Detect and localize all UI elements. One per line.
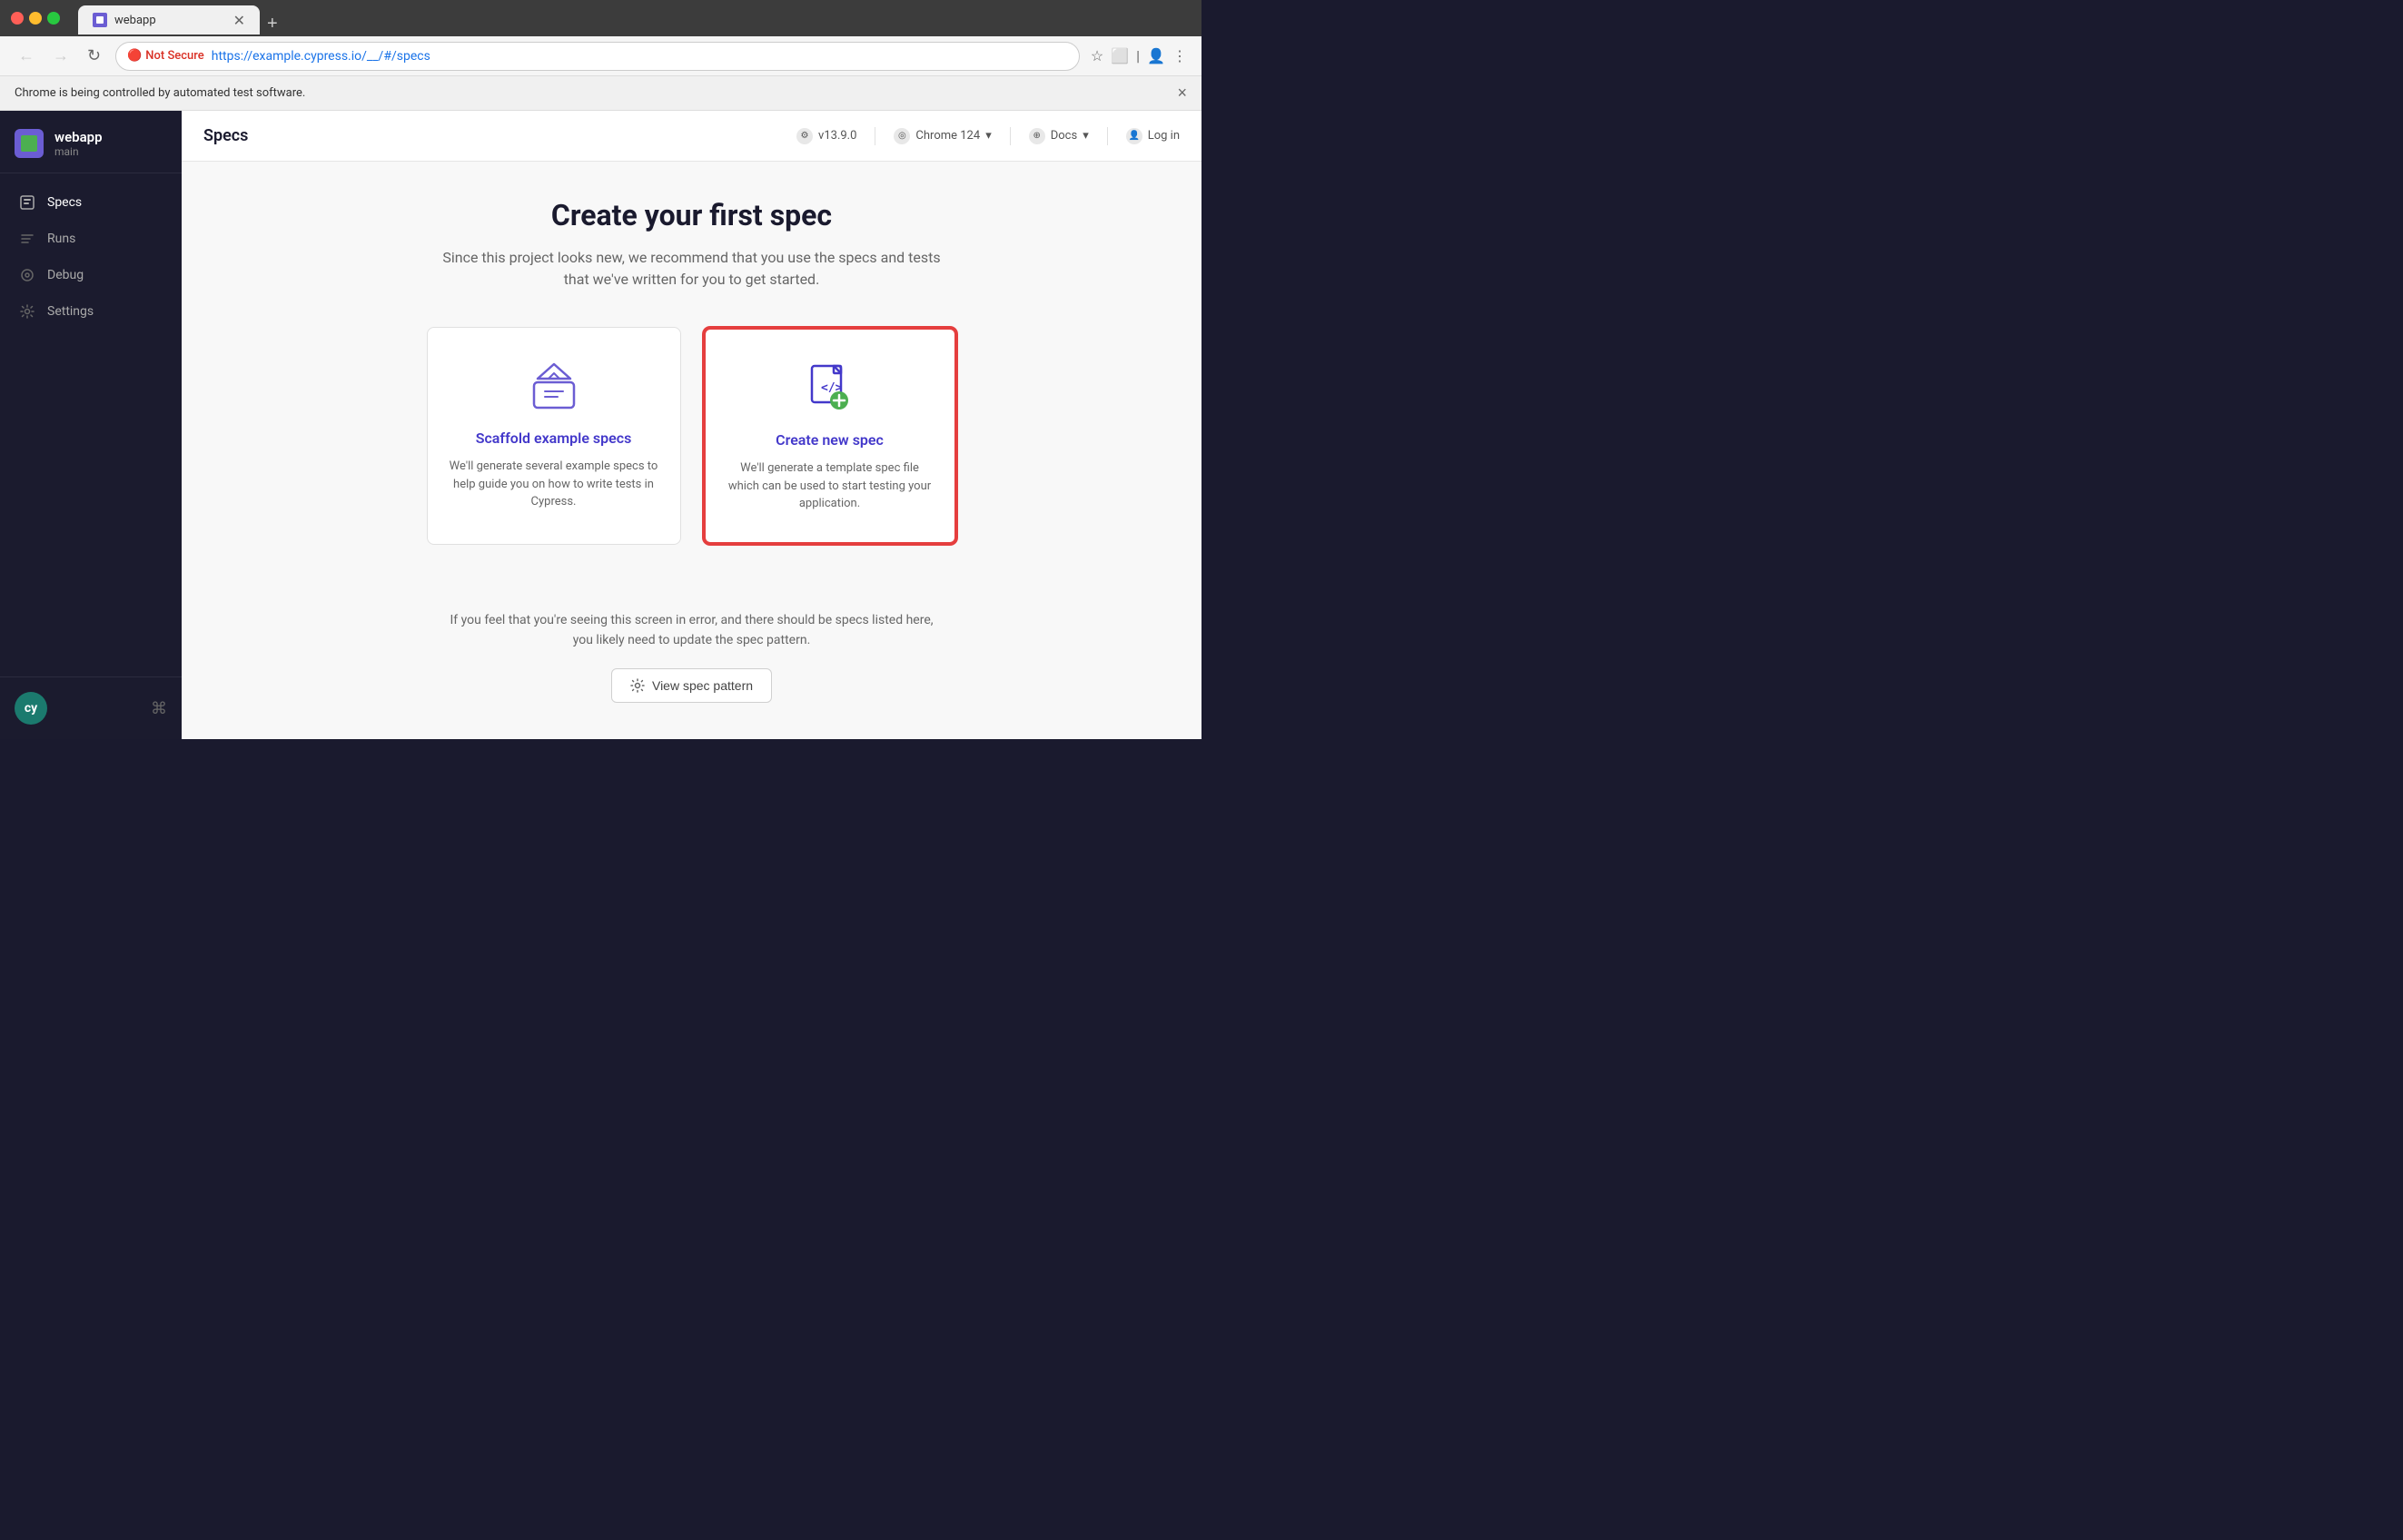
login-action[interactable]: 👤 Log in bbox=[1126, 128, 1180, 144]
new-spec-card-title: Create new spec bbox=[776, 431, 884, 449]
runs-icon bbox=[18, 230, 36, 248]
error-section: If you feel that you're seeing this scre… bbox=[450, 610, 933, 704]
sidebar-header: webapp main bbox=[0, 111, 182, 173]
error-text: If you feel that you're seeing this scre… bbox=[450, 610, 933, 651]
page-heading: Create your first spec bbox=[551, 198, 832, 232]
scaffold-card[interactable]: Scaffold example specs We'll generate se… bbox=[427, 327, 681, 545]
divider-2 bbox=[1010, 127, 1011, 145]
title-bar: webapp ✕ + bbox=[0, 0, 1202, 36]
new-spec-card-icon: </> bbox=[801, 359, 859, 417]
minimize-button[interactable] bbox=[29, 12, 42, 25]
divider-icon: | bbox=[1136, 47, 1140, 64]
tab-close-button[interactable]: ✕ bbox=[233, 12, 245, 29]
close-button[interactable] bbox=[11, 12, 24, 25]
settings-icon bbox=[18, 302, 36, 321]
app-icon-inner bbox=[21, 135, 37, 152]
sidebar: webapp main Specs bbox=[0, 111, 182, 739]
maximize-button[interactable] bbox=[47, 12, 60, 25]
new-tab-button[interactable]: + bbox=[260, 14, 285, 35]
bookmark-icon[interactable]: ☆ bbox=[1091, 47, 1103, 64]
url-bar[interactable]: 🔴 Not Secure https://example.cypress.io/… bbox=[115, 42, 1080, 71]
specs-icon bbox=[18, 193, 36, 212]
page-content: Create your first spec Since this projec… bbox=[182, 162, 1202, 739]
create-new-spec-card[interactable]: </> Create new spec We'll generate a tem… bbox=[703, 327, 957, 545]
browser-icon: ◎ bbox=[894, 128, 910, 144]
not-secure-label: Not Secure bbox=[145, 49, 203, 63]
view-spec-pattern-label: View spec pattern bbox=[652, 678, 753, 693]
tab-favicon bbox=[93, 13, 107, 27]
sidebar-debug-label: Debug bbox=[47, 268, 84, 282]
browser-chevron-icon: ▾ bbox=[985, 129, 992, 143]
view-spec-pattern-button[interactable]: View spec pattern bbox=[611, 668, 772, 703]
docs-chevron-icon: ▾ bbox=[1083, 129, 1089, 143]
scaffold-card-title: Scaffold example specs bbox=[476, 429, 632, 447]
browser-chrome: webapp ✕ + ← → ↻ 🔴 Not Secure https://ex… bbox=[0, 0, 1202, 111]
main-content: Specs ⚙ v13.9.0 ◎ Chrome 124 ▾ ⊕ Docs ▾ bbox=[182, 111, 1202, 739]
page-subheading: Since this project looks new, we recomme… bbox=[429, 247, 955, 291]
browser-action[interactable]: ◎ Chrome 124 ▾ bbox=[894, 128, 991, 144]
sidebar-nav: Specs Runs bbox=[0, 173, 182, 676]
app-name: webapp bbox=[54, 129, 103, 145]
traffic-lights bbox=[11, 12, 60, 25]
menu-icon[interactable]: ⋮ bbox=[1172, 47, 1187, 64]
automation-banner: Chrome is being controlled by automated … bbox=[0, 76, 1202, 111]
sidebar-runs-label: Runs bbox=[47, 232, 75, 246]
cards-row: Scaffold example specs We'll generate se… bbox=[427, 327, 957, 545]
url-text: https://example.cypress.io/__/#/specs bbox=[212, 49, 430, 64]
debug-icon bbox=[18, 266, 36, 284]
banner-close-button[interactable]: × bbox=[1177, 84, 1187, 103]
extension-icon[interactable]: ⬜ bbox=[1111, 47, 1129, 64]
header-actions: ⚙ v13.9.0 ◎ Chrome 124 ▾ ⊕ Docs ▾ 👤 bbox=[796, 127, 1180, 145]
tab-title: webapp bbox=[114, 14, 156, 27]
app-info: webapp main bbox=[54, 129, 103, 158]
page-title: Specs bbox=[203, 126, 248, 145]
keyboard-shortcut-icon[interactable]: ⌘ bbox=[151, 699, 167, 718]
sidebar-settings-label: Settings bbox=[47, 304, 94, 319]
cypress-logo[interactable]: cy bbox=[15, 692, 47, 725]
sidebar-specs-label: Specs bbox=[47, 195, 82, 210]
scaffold-card-description: We'll generate several example specs to … bbox=[450, 458, 658, 511]
version-label: v13.9.0 bbox=[818, 129, 856, 143]
sidebar-item-debug[interactable]: Debug bbox=[0, 257, 182, 293]
docs-action[interactable]: ⊕ Docs ▾ bbox=[1029, 128, 1089, 144]
login-label: Log in bbox=[1148, 129, 1180, 143]
tab-bar: webapp ✕ + bbox=[67, 2, 296, 35]
app-layout: webapp main Specs bbox=[0, 111, 1202, 739]
login-icon: 👤 bbox=[1126, 128, 1142, 144]
sidebar-item-settings[interactable]: Settings bbox=[0, 293, 182, 330]
divider-3 bbox=[1107, 127, 1108, 145]
docs-label: Docs bbox=[1051, 129, 1077, 143]
version-action[interactable]: ⚙ v13.9.0 bbox=[796, 128, 856, 144]
sidebar-item-runs[interactable]: Runs bbox=[0, 221, 182, 257]
content-header: Specs ⚙ v13.9.0 ◎ Chrome 124 ▾ ⊕ Docs ▾ bbox=[182, 111, 1202, 162]
not-secure-indicator: 🔴 Not Secure bbox=[127, 49, 204, 63]
version-icon: ⚙ bbox=[796, 128, 813, 144]
gear-icon bbox=[630, 678, 645, 693]
browser-label: Chrome 124 bbox=[915, 129, 980, 143]
scaffold-card-icon bbox=[525, 357, 583, 415]
browser-tab[interactable]: webapp ✕ bbox=[78, 5, 260, 35]
new-spec-card-description: We'll generate a template spec file whic… bbox=[727, 459, 933, 513]
sidebar-footer: cy ⌘ bbox=[0, 676, 182, 739]
address-bar: ← → ↻ 🔴 Not Secure https://example.cypre… bbox=[0, 36, 1202, 76]
back-button[interactable]: ← bbox=[15, 43, 38, 69]
sidebar-item-specs[interactable]: Specs bbox=[0, 184, 182, 221]
refresh-button[interactable]: ↻ bbox=[84, 43, 104, 69]
lock-icon: 🔴 bbox=[127, 49, 142, 63]
app-icon bbox=[15, 129, 44, 158]
banner-message: Chrome is being controlled by automated … bbox=[15, 86, 305, 100]
profile-icon[interactable]: 👤 bbox=[1147, 47, 1165, 64]
forward-button[interactable]: → bbox=[49, 43, 73, 69]
docs-icon: ⊕ bbox=[1029, 128, 1045, 144]
bar-icons: ☆ ⬜ | 👤 ⋮ bbox=[1091, 47, 1187, 64]
app-branch: main bbox=[54, 145, 103, 158]
